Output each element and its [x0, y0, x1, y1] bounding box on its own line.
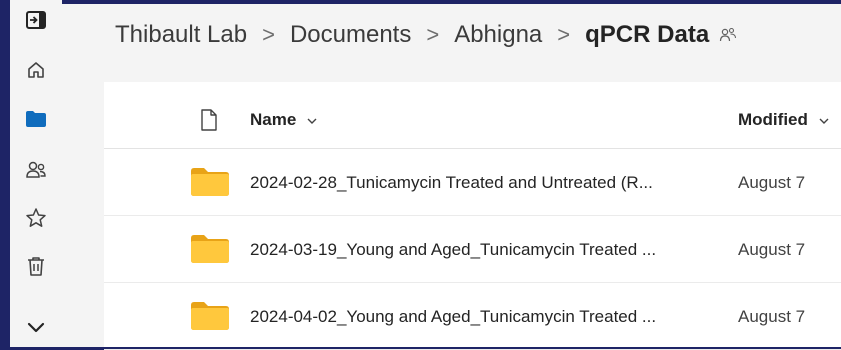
file-name[interactable]: 2024-02-28_Tunicamycin Treated and Untre…	[250, 173, 653, 193]
chevron-down-icon	[819, 118, 829, 124]
home-button[interactable]	[23, 57, 49, 83]
folder-icon	[191, 235, 229, 263]
file-modified: August 7	[738, 173, 806, 192]
table-row[interactable]: 2024-04-02_Young and Aged_Tunicamycin Tr…	[104, 283, 841, 350]
column-header-name[interactable]: Name	[250, 110, 317, 130]
collapse-pane-icon	[26, 11, 46, 29]
favorites-button[interactable]	[23, 205, 49, 231]
column-header-modified[interactable]: Modified	[738, 110, 829, 130]
shared-folder-button[interactable]	[719, 27, 737, 43]
file-name[interactable]: 2024-03-19_Young and Aged_Tunicamycin Tr…	[250, 240, 656, 260]
more-button[interactable]	[23, 315, 49, 341]
recycle-bin-button[interactable]	[23, 253, 49, 279]
trash-icon	[28, 257, 44, 276]
chevron-down-icon	[307, 118, 317, 124]
breadcrumb-item-abhigna[interactable]: Abhigna	[454, 21, 542, 49]
breadcrumb-separator: >	[557, 22, 571, 47]
file-modified: August 7	[738, 307, 806, 326]
table-row[interactable]: 2024-03-19_Young and Aged_Tunicamycin Tr…	[104, 216, 841, 283]
column-header-name-label: Name	[250, 110, 297, 129]
folder-icon	[191, 168, 229, 196]
my-files-button[interactable]	[23, 106, 49, 132]
file-modified: August 7	[738, 240, 806, 259]
star-icon	[26, 208, 46, 227]
shared-button[interactable]	[23, 157, 49, 183]
column-header-modified-label: Modified	[738, 110, 808, 129]
table-row[interactable]: 2024-02-28_Tunicamycin Treated and Untre…	[104, 149, 841, 216]
chevron-down-icon	[27, 322, 45, 333]
list-header: Name Modified	[104, 82, 841, 149]
file-name[interactable]: 2024-04-02_Young and Aged_Tunicamycin Tr…	[250, 307, 656, 327]
breadcrumb-current-folder: qPCR Data	[585, 21, 710, 48]
breadcrumb-item-thibault-lab[interactable]: Thibault Lab	[115, 21, 247, 49]
breadcrumb-item-documents[interactable]: Documents	[290, 21, 411, 49]
folder-icon	[26, 111, 46, 127]
collapse-pane-button[interactable]	[23, 7, 49, 33]
home-icon	[28, 62, 44, 78]
main-content: Thibault Lab > Documents > Abhigna > qPC…	[62, 4, 841, 350]
nav-rail	[10, 0, 62, 347]
file-type-icon	[201, 109, 217, 131]
window-frame: Thibault Lab > Documents > Abhigna > qPC…	[0, 0, 841, 350]
breadcrumb-separator: >	[426, 22, 440, 47]
folder-icon	[191, 302, 229, 330]
breadcrumb: Thibault Lab > Documents > Abhigna > qPC…	[115, 20, 737, 50]
breadcrumb-separator: >	[262, 22, 275, 47]
file-list: Name Modified 2024-02-28_Tunicamycin Tre…	[104, 82, 841, 350]
people-icon	[26, 161, 46, 178]
shared-people-icon	[720, 27, 737, 42]
